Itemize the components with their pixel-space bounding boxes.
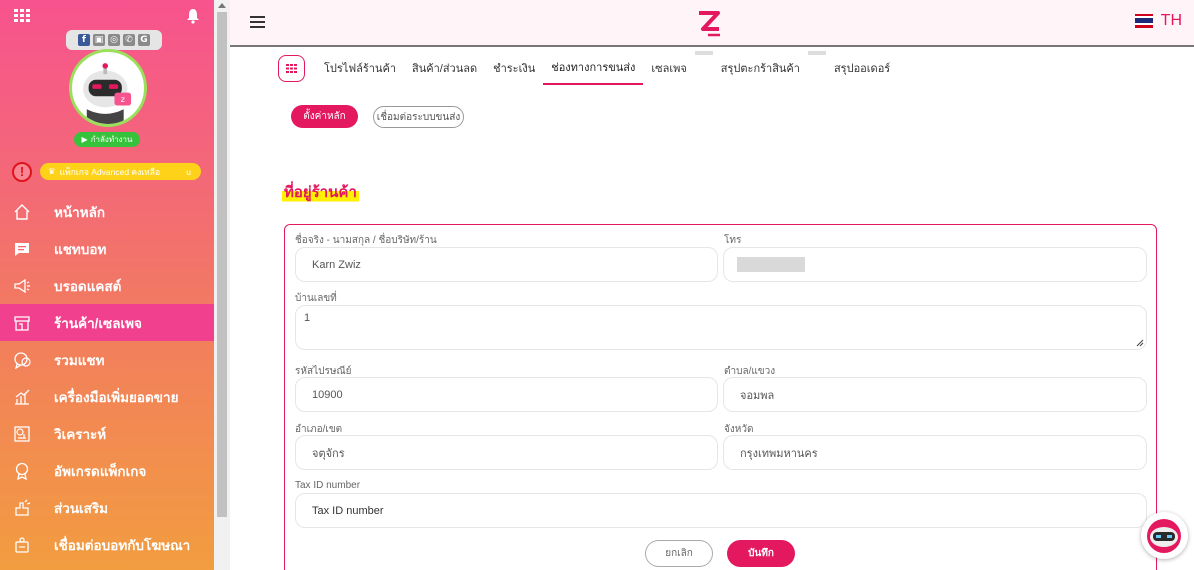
store-icon bbox=[12, 313, 32, 333]
sidebar-item-ads[interactable]: เชื่อมต่อบอทกับโฆษณา bbox=[0, 526, 214, 563]
addon-icon bbox=[12, 498, 32, 518]
sidebar-item-label: อัพเกรดแพ็กเกจ bbox=[54, 463, 147, 479]
hamburger-menu-icon[interactable] bbox=[250, 16, 265, 28]
bell-icon[interactable] bbox=[186, 8, 200, 24]
phone-field[interactable] bbox=[723, 247, 1147, 282]
address-label: บ้านเลขที่ bbox=[295, 293, 337, 304]
subdistrict-field[interactable]: จอมพล bbox=[723, 377, 1147, 412]
section-title: ที่อยู่ร้านค้า bbox=[282, 180, 359, 204]
sidebar-item-label: ส่วนเสริม bbox=[54, 500, 109, 516]
postcode-field[interactable]: 10900 bbox=[295, 377, 718, 412]
phone-label: โทร bbox=[724, 235, 742, 246]
package-badge[interactable]: ♛ แพ็กเกจ Advanced คงเหลือ u bbox=[40, 163, 201, 180]
main-settings-button[interactable]: ตั้งค่าหลัก bbox=[291, 105, 358, 128]
store-address-form: ชื่อจริง - นามสกุล / ชื่อบริษัท/ร้าน Kar… bbox=[284, 224, 1157, 570]
store-tabs: โปรไฟล์ร้านค้า สินค้า/ส่วนลด ชำระเงิน ช่… bbox=[278, 51, 898, 85]
address-value: 1 bbox=[304, 312, 311, 324]
sidebar-item-label: เชื่อมต่อบอทกับโฆษณา bbox=[54, 537, 191, 553]
avatar[interactable]: z bbox=[69, 49, 147, 127]
sidebar-item-label: รวมแชท bbox=[54, 352, 105, 368]
facebook-icon[interactable]: f bbox=[78, 34, 90, 46]
language-label: TH bbox=[1160, 12, 1182, 29]
package-label: แพ็กเกจ Advanced คงเหลือ bbox=[59, 166, 161, 177]
name-field[interactable]: Karn Zwiz bbox=[295, 247, 718, 282]
language-switch[interactable]: TH bbox=[1134, 12, 1182, 30]
resize-handle-icon[interactable] bbox=[1136, 339, 1144, 347]
megaphone-icon bbox=[12, 276, 32, 296]
district-field[interactable]: จตุจักร bbox=[295, 435, 718, 470]
sidebar-item-label: เครื่องมือเพิ่มยอดขาย bbox=[54, 389, 179, 405]
robot-avatar-icon: z bbox=[83, 63, 132, 124]
scrollbar-thumb[interactable] bbox=[217, 12, 227, 517]
connect-shipping-button[interactable]: เชื่อมต่อระบบขนส่ง bbox=[373, 106, 464, 128]
sidebar-item-label: บรอดแคสต์ bbox=[54, 278, 122, 294]
alert-icon[interactable]: ! bbox=[12, 162, 32, 182]
thai-flag-icon bbox=[1134, 14, 1153, 28]
tabs-menu-button[interactable] bbox=[278, 54, 305, 82]
sidebar-item-label: หน้าหลัก bbox=[54, 204, 106, 220]
sidebar-item-home[interactable]: หน้าหลัก bbox=[0, 193, 214, 230]
play-icon: ▶ bbox=[81, 135, 88, 144]
google-icon[interactable]: G bbox=[138, 34, 150, 46]
sidebar-item-store[interactable]: ร้านค้า/เซลเพจ bbox=[0, 304, 214, 341]
sidebar-item-analytics[interactable]: วิเคราะห์ bbox=[0, 415, 214, 452]
province-field[interactable]: กรุงเทพมหานคร bbox=[723, 435, 1147, 470]
sidebar-item-broadcast[interactable]: บรอดแคสต์ bbox=[0, 267, 214, 304]
taxid-label: Tax ID number bbox=[295, 480, 361, 491]
zwiz-logo[interactable] bbox=[694, 8, 724, 38]
home-icon bbox=[12, 202, 32, 222]
chat-icon bbox=[12, 239, 32, 259]
status-badge: ▶ กำลังทำงาน bbox=[74, 132, 140, 147]
messenger-icon[interactable]: ▣ bbox=[93, 34, 105, 46]
topbar: TH bbox=[230, 0, 1194, 47]
tab-order-summary[interactable]: สรุปออเดอร์ bbox=[826, 51, 898, 85]
cancel-button[interactable]: ยกเลิก bbox=[645, 540, 713, 567]
tab-divider bbox=[694, 51, 713, 55]
analytics-icon bbox=[12, 424, 32, 444]
svg-text:z: z bbox=[121, 94, 125, 104]
sidebar-item-label: แชทบอท bbox=[54, 241, 107, 257]
instagram-icon[interactable]: ◎ bbox=[108, 34, 120, 46]
sidebar: f ▣ ◎ ✆ G z ▶ กำลังทำงาน ! ♛ แพ็กเกจ Adv… bbox=[0, 0, 214, 570]
social-links: f ▣ ◎ ✆ G bbox=[66, 30, 162, 50]
chatbot-launcher[interactable] bbox=[1141, 512, 1188, 559]
robot-chat-icon bbox=[1147, 519, 1181, 553]
growth-chart-icon bbox=[12, 387, 32, 407]
whatsapp-icon[interactable]: ✆ bbox=[123, 34, 135, 46]
tab-salepage[interactable]: เซลเพจ bbox=[643, 51, 694, 85]
tab-store-profile[interactable]: โปรไฟล์ร้านค้า bbox=[316, 51, 404, 85]
address-field[interactable]: 1 bbox=[295, 305, 1147, 350]
taxid-field[interactable]: Tax ID number bbox=[295, 493, 1147, 528]
tab-shipping[interactable]: ช่องทางการขนส่ง bbox=[543, 51, 644, 85]
apps-grid-icon[interactable] bbox=[14, 9, 30, 23]
tab-products[interactable]: สินค้า/ส่วนลด bbox=[404, 51, 485, 85]
crown-icon: ♛ bbox=[48, 166, 56, 176]
sidebar-item-chatbot[interactable]: แชทบอท bbox=[0, 230, 214, 267]
sidebar-item-sales-tools[interactable]: เครื่องมือเพิ่มยอดขาย bbox=[0, 378, 214, 415]
scroll-up-arrow[interactable] bbox=[218, 3, 226, 8]
sidebar-menu: หน้าหลัก แชทบอท บรอดแคสต์ ร้านค้า/เซลเพจ… bbox=[0, 193, 214, 563]
sidebar-scrollbar[interactable] bbox=[214, 0, 230, 570]
badge-icon bbox=[12, 461, 32, 481]
tab-divider bbox=[807, 51, 826, 55]
chats-icon bbox=[12, 350, 32, 370]
status-label: กำลังทำงาน bbox=[90, 135, 133, 144]
grid-icon bbox=[286, 63, 297, 73]
sidebar-item-allchats[interactable]: รวมแชท bbox=[0, 341, 214, 378]
ads-icon bbox=[12, 535, 32, 555]
sidebar-item-addons[interactable]: ส่วนเสริม bbox=[0, 489, 214, 526]
package-count: u bbox=[186, 166, 191, 177]
sidebar-item-upgrade[interactable]: อัพเกรดแพ็กเกจ bbox=[0, 452, 214, 489]
main-content: โปรไฟล์ร้านค้า สินค้า/ส่วนลด ชำระเงิน ช่… bbox=[230, 49, 1194, 570]
name-label: ชื่อจริง - นามสกุล / ชื่อบริษัท/ร้าน bbox=[295, 235, 437, 246]
tab-cart-summary[interactable]: สรุปตะกร้าสินค้า bbox=[713, 51, 808, 85]
tab-payment[interactable]: ชำระเงิน bbox=[485, 51, 543, 85]
sidebar-item-label: ร้านค้า/เซลเพจ bbox=[54, 315, 142, 331]
sidebar-item-label: วิเคราะห์ bbox=[54, 426, 107, 442]
save-button[interactable]: บันทึก bbox=[727, 540, 795, 567]
phone-redacted bbox=[737, 257, 805, 272]
